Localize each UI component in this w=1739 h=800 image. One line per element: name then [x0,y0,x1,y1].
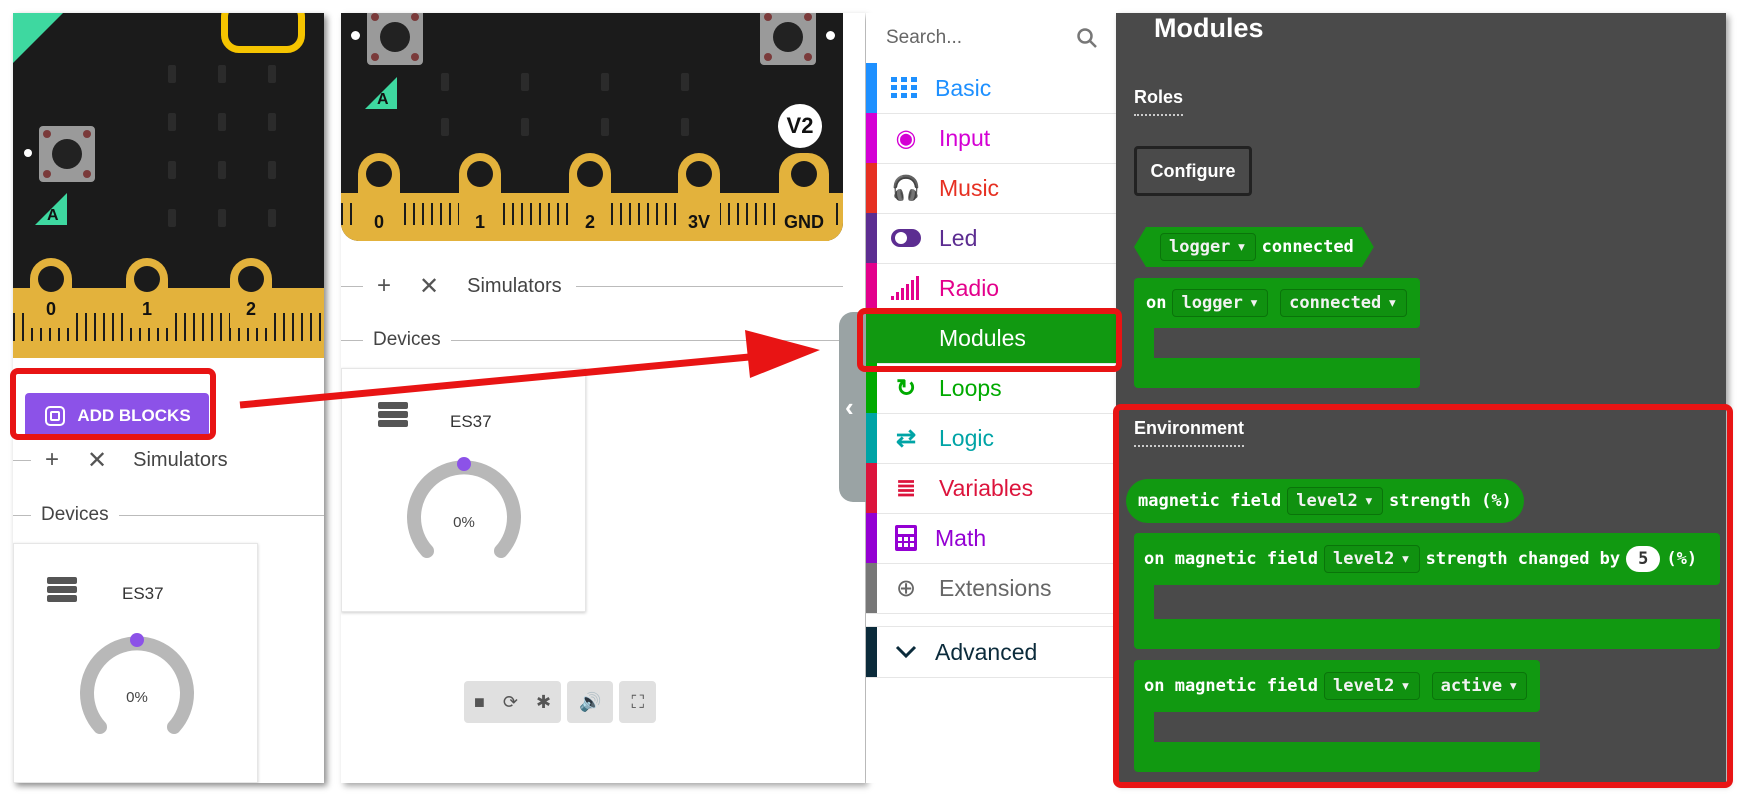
arrow-annotation [239,330,820,409]
